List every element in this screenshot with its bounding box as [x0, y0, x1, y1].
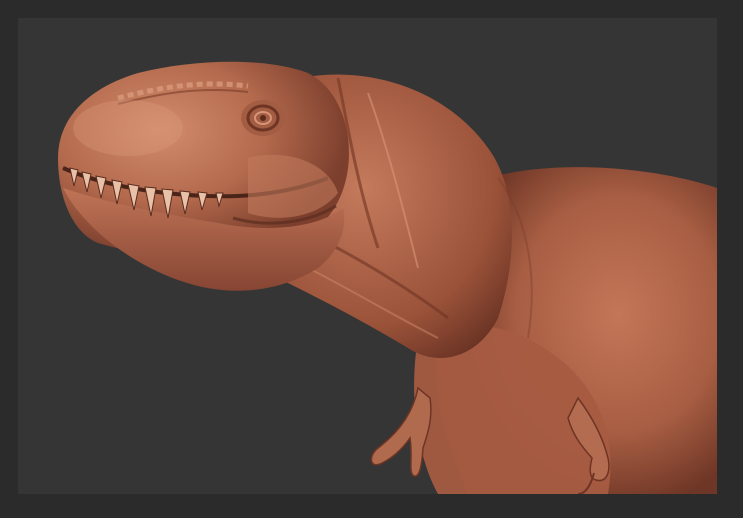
- app-frame: [0, 0, 743, 518]
- left-arm: [370, 386, 432, 477]
- sculpt-viewport[interactable]: [18, 18, 717, 494]
- t-rex-sculpt-icon: [58, 61, 717, 494]
- eye-icon: [241, 100, 285, 136]
- snout-highlight: [73, 100, 183, 156]
